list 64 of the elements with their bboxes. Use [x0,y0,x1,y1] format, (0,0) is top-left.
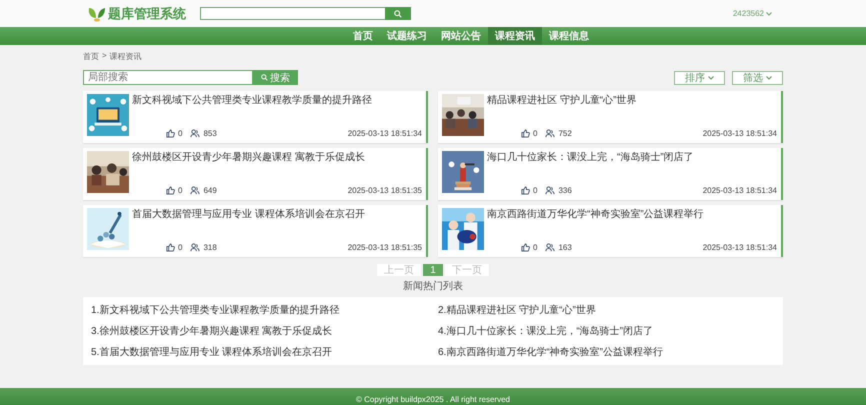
breadcrumb-separator: > [102,51,107,62]
hot-news-link[interactable]: 3.徐州鼓楼区开设青少年暑期兴趣课程 寓教于乐促成长 [91,324,428,338]
caret-icon [708,76,714,80]
local-search-field[interactable]: 局部搜索 [83,70,253,85]
users-icon [190,243,200,252]
news-date: 2025-03-13 18:51:35 [348,243,422,252]
copyright-text: © Copyright buildpx2025 . All right reserved [356,395,510,404]
news-title[interactable]: 南京西路街道万华化学“神奇实验室”公益课程举行 [487,207,777,221]
news-title[interactable]: 徐州鼓楼区开设青少年暑期兴趣课程 寓教于乐促成长 [132,150,422,164]
hot-news-link[interactable]: 6.南京西路街道万华化学“神奇实验室”公益课程举行 [438,345,775,359]
view-count: 853 [203,129,217,138]
news-card[interactable]: 新文科视域下公共管理类专业课程教学质量的提升路径 0 853 2025-03-13 18:51:34 [83,91,428,143]
thumbs-up-icon[interactable] [166,243,175,252]
like-count: 0 [178,186,182,195]
hot-news-link[interactable]: 1.新文科视域下公共管理类专业课程教学质量的提升路径 [91,303,428,317]
search-button[interactable] [385,7,411,20]
news-title[interactable]: 精品课程进社区 守护儿童“心”世界 [487,93,777,107]
hot-news-link[interactable]: 2.精品课程进社区 守护儿童“心”世界 [438,303,775,317]
hot-news-link[interactable]: 5.首届大数据管理与应用专业 课程体系培训会在京召开 [91,345,428,359]
section-title: 新闻热门列表 [402,280,464,293]
hot-news-link[interactable]: 4.海口几十位家长：课没上完，“海岛骑士”闭店了 [438,324,775,338]
caret-icon [766,76,772,80]
like-count: 0 [178,243,182,252]
sort-dropdown[interactable]: 排序 [674,70,725,84]
news-title[interactable]: 海口几十位家长：课没上完，“海岛骑士”闭店了 [487,150,777,164]
thumbs-up-icon[interactable] [521,129,530,138]
news-date: 2025-03-13 18:51:34 [702,186,777,195]
view-count: 336 [558,186,572,195]
news-date: 2025-03-13 18:51:34 [702,129,777,138]
news-card[interactable]: 海口几十位家长：课没上完，“海岛骑士”闭店了 0 336 2025-03-13 18:51:34 [438,148,783,200]
like-count: 0 [178,129,182,138]
like-count: 0 [533,186,538,195]
news-title[interactable]: 新文科视域下公共管理类专业课程教学质量的提升路径 [132,93,422,107]
news-card[interactable]: 精品课程进社区 守护儿童“心”世界 0 752 2025-03-13 18:51:34 [438,91,783,143]
users-icon [190,186,200,195]
news-date: 2025-03-13 18:51:34 [702,243,777,252]
news-card[interactable]: 南京西路街道万华化学“神奇实验室”公益课程举行 0 163 2025-03-13 18:51:34 [438,205,783,257]
thumbs-up-icon[interactable] [521,186,530,195]
view-count: 318 [203,243,217,252]
view-count: 752 [558,129,572,138]
leaf-logo-icon [88,6,106,22]
view-count: 649 [203,186,217,195]
thumbs-up-icon[interactable] [521,243,530,252]
news-title[interactable]: 首届大数据管理与应用专业 课程体系培训会在京召开 [132,207,422,221]
like-count: 0 [533,129,538,138]
users-icon [545,186,556,195]
news-card[interactable]: 首届大数据管理与应用专业 课程体系培训会在京召开 0 318 2025-03-13 18:51:35 [83,205,428,257]
users-icon [190,129,200,138]
breadcrumb-link[interactable]: 首页 [83,51,99,62]
view-count: 163 [558,243,572,252]
search-icon [394,10,402,18]
news-date: 2025-03-13 18:51:35 [348,186,422,195]
users-icon [545,243,556,252]
search-field[interactable] [200,7,385,20]
logo-text: 题库管理系统 [108,4,186,22]
caret-icon [766,12,772,16]
thumbs-up-icon[interactable] [166,186,175,195]
users-icon [545,129,556,138]
search-icon [261,74,268,81]
news-card[interactable]: 徐州鼓楼区开设青少年暑期兴趣课程 寓教于乐促成长 0 649 2025-03-13 18:51:35 [83,148,428,200]
like-count: 0 [533,243,538,252]
news-date: 2025-03-13 18:51:34 [348,129,422,138]
nav-tab[interactable]: 课程资讯 [488,27,542,45]
thumbs-up-icon[interactable] [166,129,175,138]
